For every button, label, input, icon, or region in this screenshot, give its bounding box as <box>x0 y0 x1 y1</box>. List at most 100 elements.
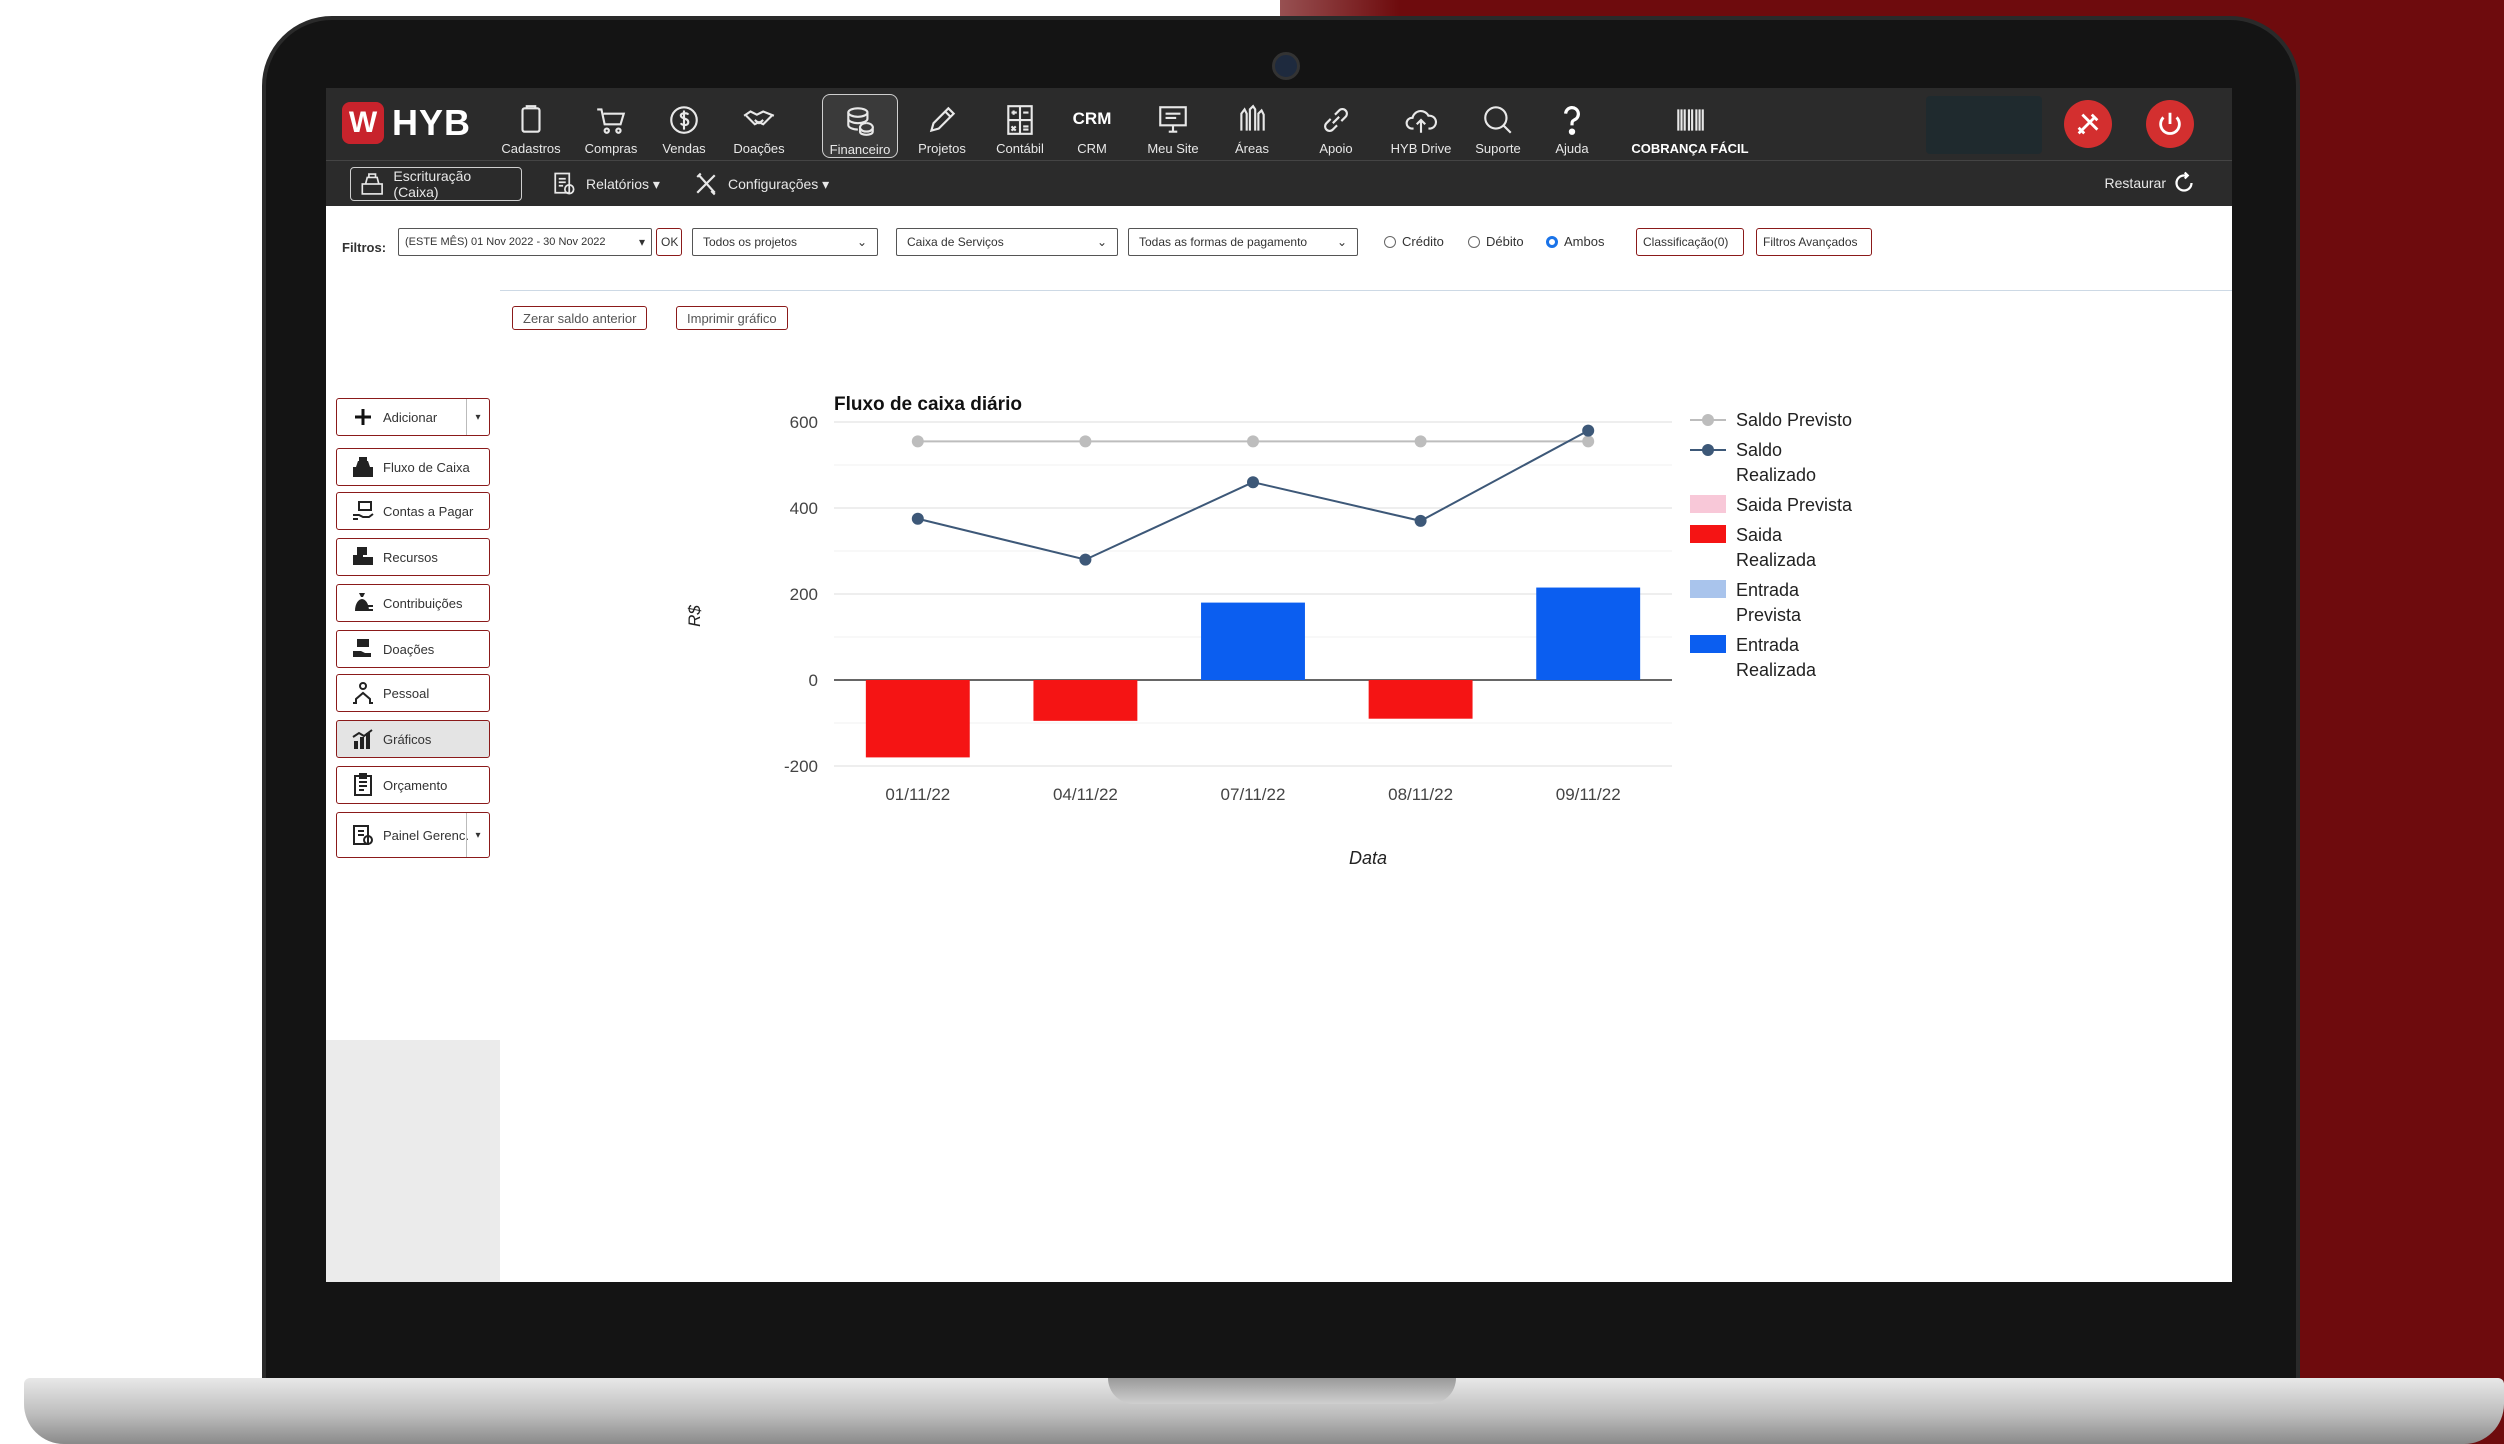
data-point <box>1414 514 1427 527</box>
sidebar-item-recursos[interactable]: Recursos <box>336 538 490 576</box>
zerar-saldo-button[interactable]: Zerar saldo anterior <box>512 306 648 330</box>
logo[interactable]: W HYB <box>342 100 471 146</box>
sub-navbar: Escrituração (Caixa) Relatórios ▾ Config… <box>326 160 2232 207</box>
legend-marker <box>1690 635 1726 653</box>
hands-icon <box>1240 104 1265 131</box>
x-tick-label: 01/11/22 <box>885 785 950 804</box>
radio-ambos[interactable]: Ambos <box>1546 234 1604 249</box>
chat-icon <box>1484 106 1512 134</box>
legend-marker <box>1702 444 1714 456</box>
nav-areas[interactable]: Áreas <box>1220 94 1284 156</box>
monitor-icon <box>1159 106 1187 133</box>
nav-meu-site[interactable]: Meu Site <box>1138 94 1208 156</box>
top-navbar: W HYB Cadastros Compras Vendas Doações F… <box>326 88 2232 160</box>
bar-chart-icon <box>352 729 373 749</box>
nav-crm[interactable]: CRM CRM <box>1064 94 1120 156</box>
barcode-icon <box>1677 109 1704 131</box>
sidebar-item-orcamento[interactable]: Orçamento <box>336 766 490 804</box>
classificacao-button[interactable]: Classificação(0) <box>1636 228 1744 256</box>
data-point <box>911 512 924 525</box>
data-point <box>1582 435 1595 448</box>
caret-down-icon[interactable]: ▾ <box>466 813 489 857</box>
chart-container: Fluxo de caixa diário -200 0 200 400 600 01/… <box>500 332 2232 1282</box>
sidebar-item-painel-gerencial[interactable]: Painel Gerenc. ▾ <box>336 812 490 858</box>
sidebar-item-contas-a-pagar[interactable]: Contas a Pagar <box>336 492 490 530</box>
filters-label: Filtros: <box>342 240 387 255</box>
question-icon <box>1564 106 1580 135</box>
sidebar-item-pessoal[interactable]: Pessoal <box>336 674 490 712</box>
radio-credito[interactable]: Crédito <box>1384 234 1444 249</box>
bar <box>1033 680 1138 721</box>
sidebar-item-fluxo-de-caixa[interactable]: Fluxo de Caixa <box>336 448 490 486</box>
x-tick-label: 04/11/22 <box>1053 785 1118 804</box>
payment-select[interactable]: Todas as formas de pagamento ⌄ <box>1128 228 1358 256</box>
pencil-icon <box>929 106 956 133</box>
legend-label: Saldo Realizado <box>1736 440 1816 485</box>
radio-debito[interactable]: Débito <box>1468 234 1524 249</box>
sidebar-item-graficos[interactable]: Gráficos <box>336 720 490 758</box>
subnav-relatorios[interactable]: Relatórios ▾ <box>542 167 672 201</box>
report-icon <box>554 172 575 195</box>
project-select[interactable]: Todos os projetos ⌄ <box>692 228 878 256</box>
ok-button[interactable]: OK <box>656 228 682 256</box>
bar <box>865 680 970 758</box>
data-point <box>1079 553 1092 566</box>
donate-icon <box>353 639 371 657</box>
power-button[interactable] <box>2146 100 2194 148</box>
coins-icon <box>847 107 874 136</box>
restaurar-button[interactable]: Restaurar <box>2105 171 2196 195</box>
x-tick-label: 08/11/22 <box>1388 785 1453 804</box>
tools-icon <box>2077 113 2099 135</box>
subnav-configuracoes[interactable]: Configurações ▾ <box>684 167 844 201</box>
imprimir-grafico-button[interactable]: Imprimir gráfico <box>676 306 788 330</box>
y-axis-label: R$ <box>685 605 704 627</box>
chevron-down-icon: ⌄ <box>1336 235 1347 249</box>
filtros-avancados-button[interactable]: Filtros Avançados <box>1756 228 1872 256</box>
nav-suporte[interactable]: Suporte <box>1466 94 1530 156</box>
logo-text: HYB <box>392 102 472 143</box>
data-point <box>1247 435 1259 448</box>
link-icon <box>1324 108 1348 132</box>
legend-label: Saida Realizada <box>1736 525 1817 570</box>
nav-cadastros[interactable]: Cadastros <box>496 94 566 156</box>
register-icon <box>353 457 373 477</box>
plus-icon <box>355 409 371 425</box>
data-point <box>1414 435 1427 448</box>
tools-button[interactable] <box>2064 100 2112 148</box>
sidebar: Adicionar ▾ Fluxo de Caixa Contas a Paga… <box>326 290 500 1282</box>
nav-apoio[interactable]: Apoio <box>1304 94 1368 156</box>
legend-marker <box>1690 525 1726 543</box>
laptop-notch <box>1108 1378 1456 1404</box>
nav-financeiro[interactable]: Financeiro <box>822 94 898 158</box>
y-tick-label: 600 <box>790 413 818 432</box>
nav-projetos[interactable]: Projetos <box>910 94 974 156</box>
data-point <box>1582 424 1595 437</box>
nav-cobranca-facil[interactable]: COBRANÇA FÁCIL <box>1626 94 1754 156</box>
nav-ajuda[interactable]: Ajuda <box>1544 94 1600 156</box>
refresh-icon <box>2175 171 2193 192</box>
handshake-icon <box>743 110 775 126</box>
chevron-down-icon: ⌄ <box>1096 235 1107 249</box>
clipboard-icon <box>521 105 541 133</box>
nav-vendas[interactable]: Vendas <box>654 94 714 156</box>
y-tick-label: 0 <box>809 671 818 690</box>
period-select[interactable]: (ESTE MÊS) 01 Nov 2022 - 30 Nov 2022 ▾ <box>398 228 652 256</box>
chart-title: Fluxo de caixa diário <box>834 394 1022 415</box>
sidebar-item-doacoes[interactable]: Doações <box>336 630 490 668</box>
sidebar-item-adicionar[interactable]: Adicionar ▾ <box>336 398 490 436</box>
nav-compras[interactable]: Compras <box>578 94 644 156</box>
power-icon <box>2159 112 2181 135</box>
account-select[interactable]: Caixa de Serviços ⌄ <box>896 228 1118 256</box>
y-tick-label: -200 <box>784 757 818 776</box>
wrench-icon <box>696 172 716 196</box>
nav-doacoes[interactable]: Doações <box>726 94 792 156</box>
camera-icon <box>1272 52 1300 80</box>
sidebar-item-contribuicoes[interactable]: Contribuições <box>336 584 490 622</box>
legend-marker <box>1690 495 1726 513</box>
nav-hyb-drive[interactable]: HYB Drive <box>1382 94 1460 156</box>
legend-label: Saida Prevista <box>1736 495 1853 515</box>
caret-down-icon[interactable]: ▾ <box>466 399 489 435</box>
subnav-escrituracao[interactable]: Escrituração (Caixa) <box>350 167 522 201</box>
nav-contabil[interactable]: Contábil <box>988 94 1052 156</box>
legend-label: Entrada Prevista <box>1736 580 1802 625</box>
